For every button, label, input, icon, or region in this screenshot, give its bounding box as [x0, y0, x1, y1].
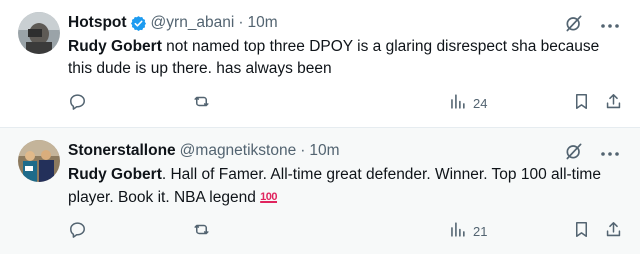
more-icon[interactable]: [600, 144, 620, 164]
views-count: 24: [473, 95, 488, 111]
bookmark-button[interactable]: [572, 92, 591, 114]
grok-icon[interactable]: [564, 13, 584, 38]
post[interactable]: Hotspot @yrn_abani · 10m Rudy Gobert not…: [0, 0, 640, 128]
reply-button[interactable]: [68, 220, 87, 242]
share-button[interactable]: [604, 220, 623, 242]
handle[interactable]: @magnetikstone: [180, 142, 297, 160]
mention-bold: Rudy Gobert: [68, 166, 162, 183]
timestamp[interactable]: 10m: [248, 14, 278, 32]
share-icon: [604, 220, 623, 242]
repost-icon: [192, 92, 211, 114]
repost-icon: [192, 220, 211, 242]
more-icon[interactable]: [600, 16, 620, 36]
display-name[interactable]: Stonerstallone: [68, 142, 176, 160]
views-icon: [448, 92, 467, 114]
action-bar: 24: [68, 92, 628, 116]
grok-icon[interactable]: [564, 141, 584, 166]
avatar[interactable]: [18, 140, 60, 182]
verified-badge-icon: [130, 15, 147, 32]
reply-icon: [68, 92, 87, 114]
post-text: Rudy Gobert. Hall of Famer. All-time gre…: [68, 164, 616, 209]
handle[interactable]: @yrn_abani: [151, 14, 235, 32]
separator: ·: [300, 142, 306, 159]
timestamp[interactable]: 10m: [309, 142, 339, 160]
avatar[interactable]: [18, 12, 60, 54]
reply-button[interactable]: [68, 92, 87, 114]
repost-button[interactable]: [192, 92, 211, 114]
post[interactable]: Stonerstallone @magnetikstone · 10m Rudy…: [0, 128, 640, 254]
separator: ·: [238, 14, 244, 31]
views-icon: [448, 220, 467, 242]
post-header: Hotspot @yrn_abani · 10m: [68, 12, 278, 34]
bookmark-icon: [572, 220, 591, 242]
post-text: Rudy Gobert not named top three DPOY is …: [68, 36, 616, 80]
display-name[interactable]: Hotspot: [68, 14, 127, 32]
views-button[interactable]: 24: [448, 92, 487, 114]
action-bar: 21: [68, 220, 628, 244]
reply-icon: [68, 220, 87, 242]
share-icon: [604, 92, 623, 114]
header-actions: [564, 13, 620, 38]
header-actions: [564, 141, 620, 166]
mention-bold: Rudy Gobert: [68, 38, 162, 55]
bookmark-icon: [572, 92, 591, 114]
share-button[interactable]: [604, 92, 623, 114]
bookmark-button[interactable]: [572, 220, 591, 242]
views-button[interactable]: 21: [448, 220, 487, 242]
post-header: Stonerstallone @magnetikstone · 10m: [68, 140, 340, 162]
hundred-points-emoji-icon: 100: [260, 191, 278, 203]
views-count: 21: [473, 223, 488, 239]
repost-button[interactable]: [192, 220, 211, 242]
